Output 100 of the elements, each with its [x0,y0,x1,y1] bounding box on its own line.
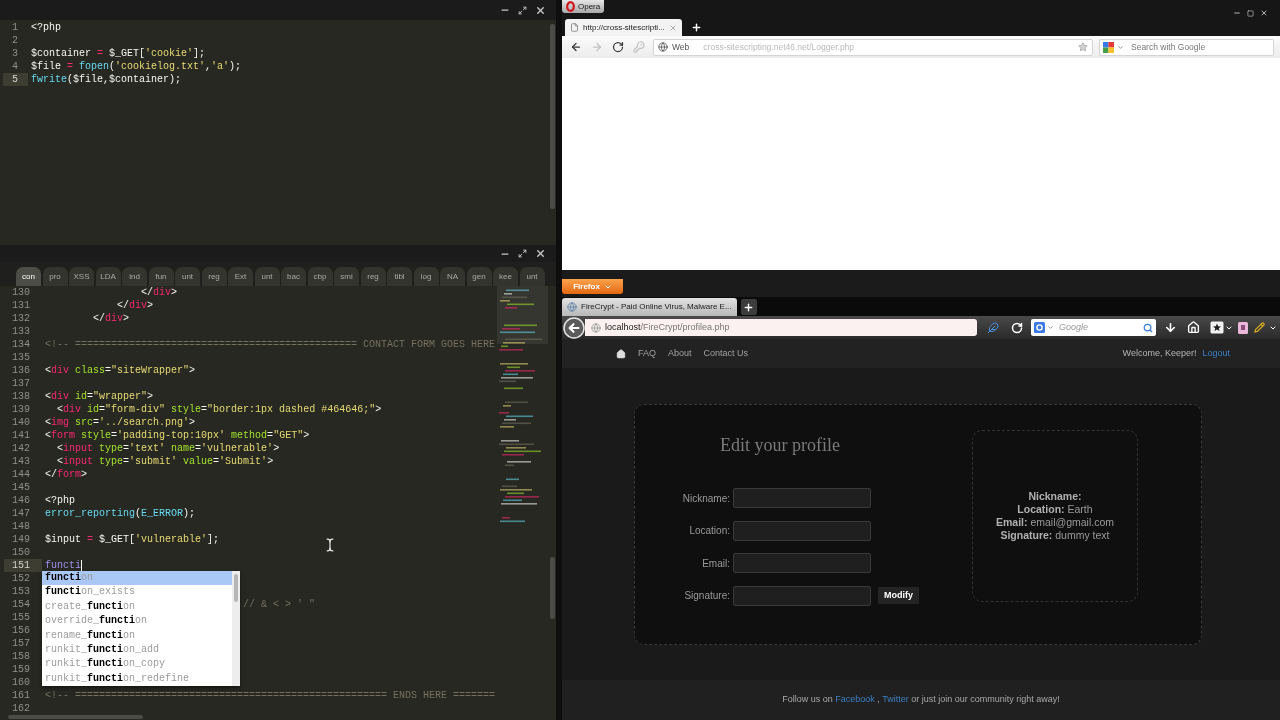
file-tab[interactable]: unt [254,267,280,286]
scrollbar-thumb[interactable] [8,715,143,719]
code-line: </div> [93,312,130,325]
search-engine-button[interactable] [1031,319,1056,336]
file-tab[interactable]: Ext [228,267,253,286]
menu-button[interactable]: Opera [562,0,605,13]
footer-link[interactable]: Facebook [835,694,875,705]
line-number: 134 [11,338,31,351]
maximize-icon[interactable] [518,5,527,15]
line-number: 155 [11,611,31,624]
line-number: 144 [11,468,31,481]
line-number: 152 [11,572,31,585]
line-number: 146 [11,494,31,507]
text-field[interactable] [733,585,871,606]
new-tab-button[interactable] [740,299,757,315]
code-line: <?php [45,494,75,507]
scrollbar-thumb[interactable] [234,574,238,602]
download-arrow-icon[interactable] [1164,321,1177,334]
code-line: <input type='text' name='vulnerable'> [57,442,280,455]
file-tab[interactable]: pro [42,267,68,286]
file-tab[interactable]: XSS [69,267,94,286]
autocomplete-item[interactable]: function [42,571,232,586]
close-icon[interactable] [535,248,546,259]
file-tab[interactable]: log [413,267,439,286]
code-line: $input = $_GET['vulnerable']; [45,533,220,546]
scrollbar-thumb[interactable] [549,24,555,209]
reload-icon[interactable] [612,41,624,53]
line-number: 153 [11,585,31,598]
text-field[interactable] [733,520,871,541]
pencil-icon[interactable] [1254,322,1265,333]
line-number: 132 [11,312,31,325]
file-tab[interactable]: reg [360,267,386,286]
code-line: <input type='submit' value='Submit'> [57,455,274,468]
addon-icon[interactable] [1238,321,1248,334]
file-tab[interactable]: LDA [95,267,121,286]
line-number: 1 [11,21,19,34]
file-tab[interactable]: NA [440,267,465,286]
line-number: 161 [11,689,31,702]
code-line: <div id="wrapper"> [45,390,154,403]
close-icon[interactable] [1260,9,1268,17]
address-field[interactable]: localhost/FireCrypt/profilea.php [585,319,977,336]
star-icon[interactable] [1078,42,1088,52]
file-tab[interactable]: kee [493,267,518,286]
file-tab[interactable]: fun [148,267,174,286]
line-number: 162 [11,702,31,715]
file-tab[interactable]: gen [466,267,492,286]
file-tab[interactable]: cbp [307,267,333,286]
line-number: 4 [11,60,19,73]
code-line: <form style='padding-top:10px' method="GET"> [45,429,310,442]
maximize-icon[interactable] [1247,9,1254,17]
submit-button[interactable]: Modify [878,587,919,604]
logout-link[interactable]: Logout [1202,349,1230,358]
line-number: 139 [11,403,31,416]
url-text: cross-sitescripting.net46.net/Logger.php [703,42,855,52]
file-tab[interactable]: smi [334,267,359,286]
nav-link[interactable]: About [668,349,692,358]
search-icon [1143,322,1153,333]
line-number: 2 [11,34,19,47]
line-number: 157 [11,637,31,650]
bookmark-star-icon[interactable] [1210,321,1224,334]
browser-tab[interactable]: FireCrypt - Paid Online Virus, Malware E... [562,298,737,316]
code-line: </div> [141,286,178,299]
footer-link[interactable]: Twitter [882,694,909,705]
address-field[interactable]: Web cross-sitescripting.net46.net/Logger.php [653,38,1093,56]
new-tab-icon[interactable] [690,22,702,33]
search-button[interactable] [1141,319,1156,336]
minimap-drawing[interactable] [497,286,548,524]
caret-icon [1047,324,1054,331]
line-number: 160 [11,676,31,689]
file-tab[interactable]: con [16,267,41,286]
home-icon[interactable] [616,348,626,359]
code-line: <div id="form-div" style="border:1px dashed #464646;"> [57,403,382,416]
text-field[interactable] [733,488,871,508]
feather-icon[interactable] [987,321,999,334]
text-field[interactable] [733,553,871,573]
welcome-text: Welcome, Keeper! [1122,349,1197,358]
line-number: 149 [11,533,31,546]
line-number: 3 [11,47,19,60]
file-tab[interactable]: tibl [387,267,412,286]
minimize-icon[interactable] [1233,9,1241,17]
file-tab[interactable]: ind [122,267,147,286]
close-icon[interactable] [535,4,546,16]
form-title: Edit your profile [719,434,841,457]
file-tab[interactable]: unt [519,267,545,286]
code-line: </form> [45,468,88,481]
search-field[interactable]: Google [1056,319,1141,336]
file-tab[interactable]: bac [281,267,306,286]
back-arrow-icon[interactable] [570,41,582,53]
scrollbar-thumb[interactable] [549,557,555,619]
file-tab[interactable]: reg [201,267,227,286]
line-number: 148 [11,520,31,533]
nav-link[interactable]: Contact Us [703,349,749,358]
line-number: 141 [11,429,31,442]
url-text: localhost/FireCrypt/profilea.php [605,323,730,332]
maximize-icon[interactable] [518,249,527,258]
browser-tab[interactable]: http://cross-sitescripti... [565,19,682,36]
code-line: $file = fopen('cookielog.txt','a'); [31,60,242,73]
line-number: 138 [11,390,31,403]
nav-link[interactable]: FAQ [638,349,656,358]
file-tab[interactable]: unt [175,267,200,286]
